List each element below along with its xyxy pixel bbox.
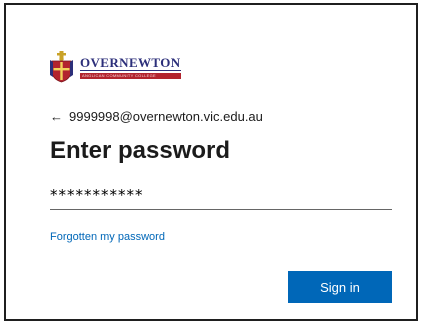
brand-text: OVERNEWTON ANGLICAN COMMUNITY COLLEGE — [80, 56, 181, 79]
brand-name: OVERNEWTON — [80, 54, 181, 71]
identity-row: ← 9999998@overnewton.vic.edu.au — [50, 109, 263, 124]
sign-in-card: OVERNEWTON ANGLICAN COMMUNITY COLLEGE ← … — [4, 3, 418, 321]
page-title: Enter password — [50, 137, 231, 164]
school-crest-icon — [50, 51, 73, 83]
arrow-left-icon[interactable]: ← — [50, 109, 63, 124]
account-email: 9999998@overnewton.vic.edu.au — [69, 109, 263, 124]
sign-in-button[interactable]: Sign in — [288, 271, 392, 303]
password-input[interactable] — [50, 181, 392, 210]
forgot-password-link[interactable]: Forgotten my password — [50, 231, 165, 243]
school-logo: OVERNEWTON ANGLICAN COMMUNITY COLLEGE — [50, 51, 181, 83]
brand-subtitle: ANGLICAN COMMUNITY COLLEGE — [80, 72, 181, 79]
